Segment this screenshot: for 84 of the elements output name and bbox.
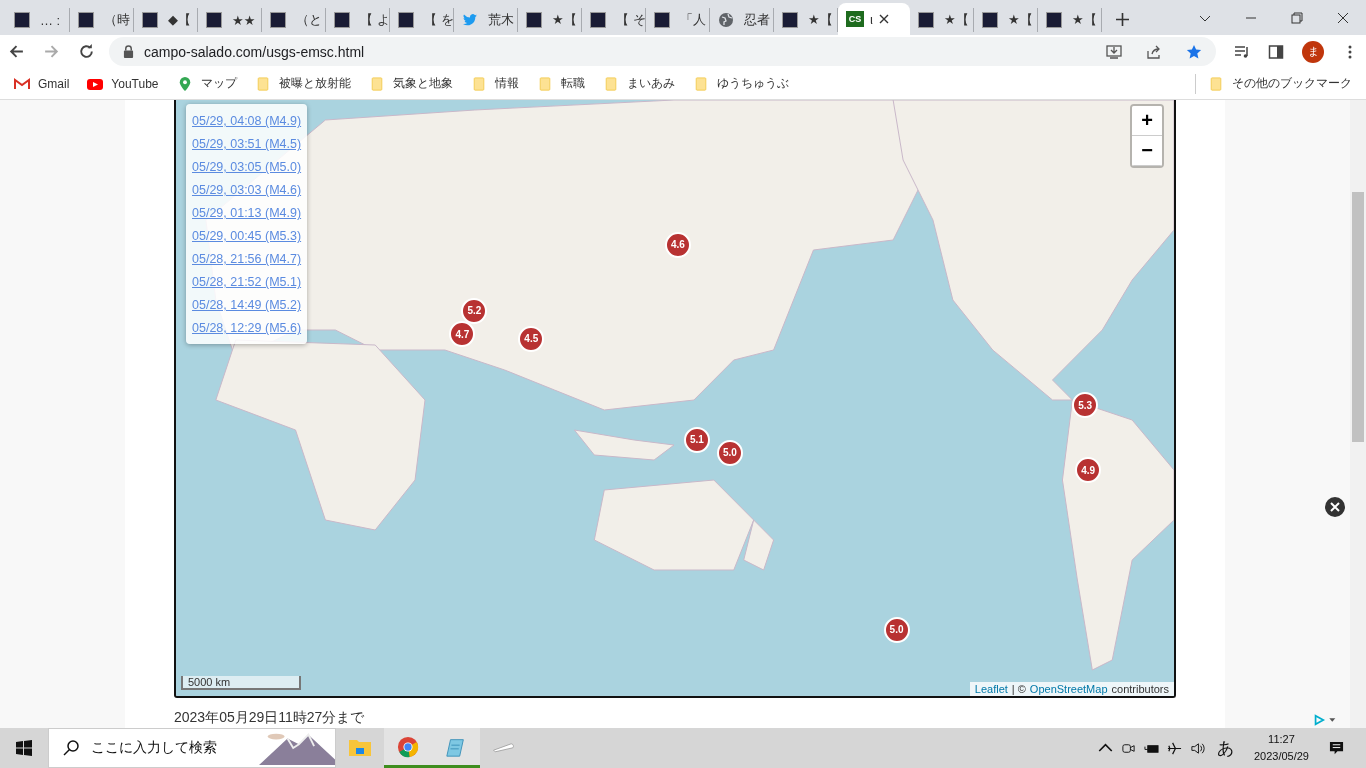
bird-icon — [462, 12, 478, 28]
browser-logo-icon — [396, 735, 420, 758]
bookmark[interactable]: マップ — [176, 75, 237, 92]
site-favicon-icon — [918, 12, 934, 28]
magnitude-marker[interactable]: 5.0 — [716, 439, 743, 466]
media-queue-icon[interactable] — [1234, 43, 1250, 60]
profile-avatar[interactable]: ま — [1302, 40, 1324, 63]
close-icon[interactable] — [1325, 497, 1345, 517]
browser-tab[interactable]: 【 よ — [326, 8, 390, 32]
browser-tab[interactable]: （と — [262, 8, 326, 32]
close-icon[interactable] — [878, 14, 889, 24]
magnitude-marker[interactable]: 5.1 — [683, 426, 710, 453]
bookmark[interactable]: 気象と地象 — [368, 75, 453, 92]
airplane-icon[interactable] — [1166, 740, 1182, 756]
site-favicon-icon — [590, 12, 606, 28]
browser-tab[interactable]: 【 そ — [582, 8, 646, 32]
reload-icon[interactable] — [78, 43, 95, 60]
share-icon[interactable] — [1146, 43, 1162, 60]
browser-tab[interactable]: ★【 — [774, 8, 838, 32]
taskbar-search-field[interactable]: ここに入力して検索 — [48, 728, 336, 768]
bookmark[interactable]: 情報 — [470, 75, 519, 92]
taskbar-app[interactable] — [432, 728, 480, 768]
envelope-icon — [14, 76, 30, 91]
back-arrow-icon[interactable] — [8, 43, 25, 60]
scrollbar-thumb[interactable] — [1352, 192, 1364, 442]
site-favicon-icon — [654, 12, 670, 28]
site-favicon-icon — [206, 12, 222, 28]
browser-tab[interactable]: 「人 — [646, 8, 710, 32]
browser-tab[interactable]: 【 を — [390, 8, 454, 32]
update-time-text: 2023年05月29日11時27分まで — [174, 708, 366, 727]
browser-tab[interactable]: 忍者 — [710, 8, 774, 32]
bookmark[interactable]: まいあみ — [602, 75, 675, 92]
speaker-icon[interactable] — [1189, 740, 1205, 756]
site-favicon-icon — [142, 12, 158, 28]
browser-tab[interactable]: ★【 — [910, 8, 974, 32]
site-favicon-icon — [270, 12, 286, 28]
bookmark[interactable]: 被曝と放射能 — [254, 75, 351, 92]
bookmark[interactable]: Gmail — [14, 76, 70, 91]
ad-choices-icon[interactable] — [1313, 714, 1337, 726]
site-favicon-icon — [782, 12, 798, 28]
lock-icon — [123, 45, 134, 58]
site-favicon: CS — [846, 11, 864, 27]
search-icon — [63, 740, 79, 756]
bookmark[interactable]: YouTube — [87, 76, 159, 91]
site-favicon-icon — [526, 12, 542, 28]
install-icon[interactable] — [1106, 43, 1122, 60]
notification-icon[interactable] — [1329, 740, 1344, 756]
magnitude-marker[interactable]: 5.0 — [883, 616, 910, 643]
site-favicon-icon — [982, 12, 998, 28]
scale-bar: 5000 km — [181, 676, 301, 690]
folder-icon — [1208, 76, 1224, 91]
other-bookmarks[interactable]: その他のブックマーク — [1208, 75, 1352, 92]
browser-tab[interactable]: ★【 — [1038, 8, 1102, 32]
magnitude-marker[interactable]: 5.3 — [1072, 392, 1099, 419]
site-favicon-icon — [78, 12, 94, 28]
zoom-in-button[interactable]: + — [1132, 106, 1162, 136]
site-favicon-icon — [334, 12, 350, 28]
site-favicon-icon — [1046, 12, 1062, 28]
browser-tab[interactable]: ★【 — [974, 8, 1038, 32]
star-icon[interactable] — [1186, 43, 1202, 60]
site-favicon-icon — [398, 12, 414, 28]
browser-tab[interactable]: ◆【 — [134, 8, 198, 32]
attribution-text: | © — [1011, 683, 1026, 695]
attribution-text: contributors — [1111, 683, 1169, 695]
address-bar[interactable]: campo-salado.com/usgs-emsc.html — [109, 37, 1216, 66]
browser-tab[interactable]: 荒木 — [454, 8, 518, 32]
taskbar-clock[interactable]: 11:27 2023/05/29 — [1253, 731, 1309, 765]
openstreetmap-link[interactable]: OpenStreetMap — [1029, 683, 1108, 695]
side-panel-icon[interactable] — [1268, 43, 1284, 60]
zoom-out-button[interactable]: − — [1132, 136, 1162, 166]
globe-icon — [718, 12, 734, 28]
leaflet-link[interactable]: Leaflet — [974, 683, 1008, 695]
browser-tab[interactable]: … : — [6, 8, 70, 32]
taskbar-app[interactable] — [384, 728, 432, 768]
browser-tab[interactable]: （時 — [70, 8, 134, 32]
bookmark[interactable]: 転職 — [536, 75, 585, 92]
new-tab-icon[interactable] — [1116, 13, 1129, 26]
browser-tab[interactable]: CS ι — [838, 3, 910, 35]
browser-tab[interactable]: ★【 — [518, 8, 582, 32]
browser-tab[interactable]: ★★ — [198, 8, 262, 32]
site-favicon-icon — [14, 12, 30, 28]
ime-mode-indicator[interactable]: あ — [1216, 736, 1234, 760]
play-icon — [87, 76, 104, 91]
bookmark[interactable]: ゆうちゅうぶ — [692, 75, 789, 92]
